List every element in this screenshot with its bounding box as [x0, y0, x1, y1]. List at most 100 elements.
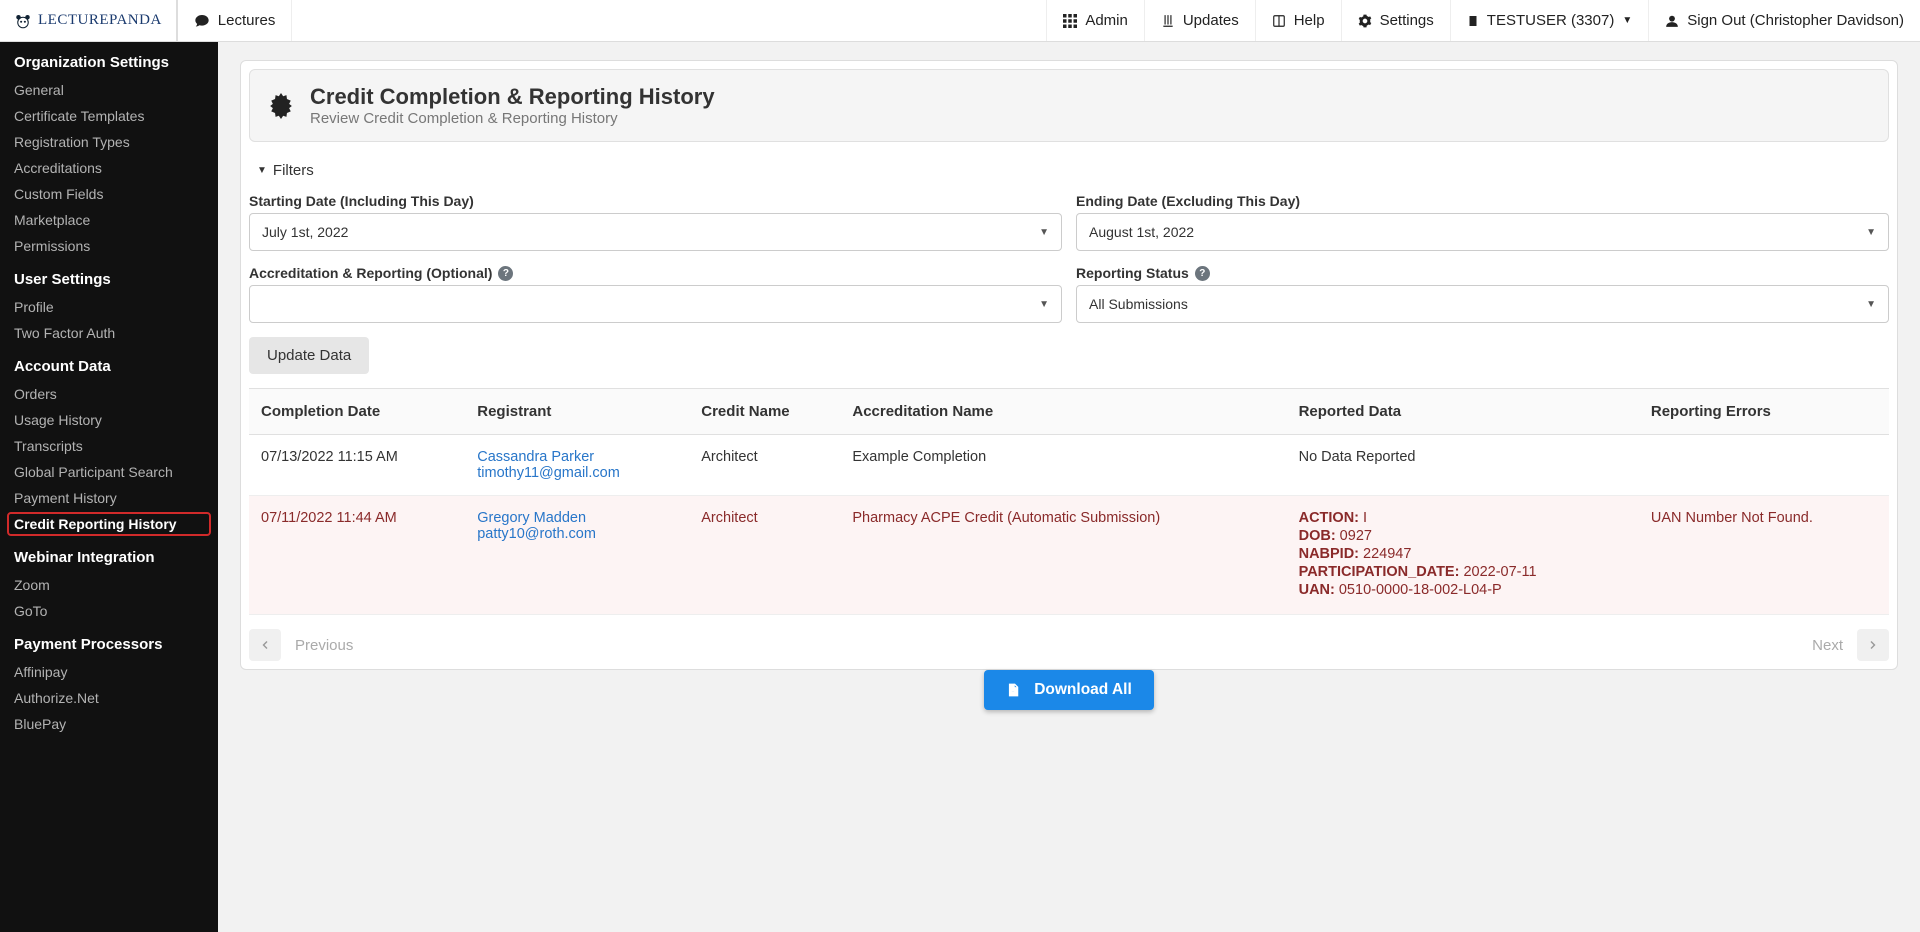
download-all-button[interactable]: Download All — [984, 670, 1154, 710]
reporting-status-input[interactable]: All Submissions ▼ — [1076, 285, 1889, 323]
cell-reporting-errors: UAN Number Not Found. — [1639, 496, 1889, 615]
download-all-label: Download All — [1034, 681, 1132, 699]
certificate-icon — [268, 93, 294, 119]
caret-down-icon: ▼ — [1039, 299, 1049, 310]
sidebar-item-orders[interactable]: Orders — [0, 381, 218, 407]
registrant-email-link[interactable]: patty10@roth.com — [477, 526, 677, 542]
main-content: Credit Completion & Reporting History Re… — [218, 42, 1920, 932]
cell-accreditation: Example Completion — [840, 435, 1286, 496]
brand-logo[interactable]: LECTUREPANDA — [0, 0, 177, 41]
starting-date-field: Starting Date (Including This Day) July … — [249, 193, 1062, 251]
sidebar-item-credit-reporting-history[interactable]: Credit Reporting History — [8, 513, 210, 535]
sidebar-item-zoom[interactable]: Zoom — [0, 572, 218, 598]
pager: Previous Next — [241, 615, 1897, 669]
nav-updates-label: Updates — [1183, 12, 1239, 29]
sidebar-item-global-participant-search[interactable]: Global Participant Search — [0, 459, 218, 485]
accreditation-input[interactable]: ▼ — [249, 285, 1062, 323]
nav-help-label: Help — [1294, 12, 1325, 29]
nav-testuser[interactable]: TESTUSER (3307) ▼ — [1450, 0, 1648, 41]
cell-registrant: Gregory Maddenpatty10@roth.com — [465, 496, 689, 615]
file-download-icon — [1006, 682, 1020, 698]
topbar: LECTUREPANDA Lectures Admin Updates Help… — [0, 0, 1920, 42]
starting-date-label: Starting Date (Including This Day) — [249, 193, 1062, 209]
reporting-status-label: Reporting Status ? — [1076, 265, 1889, 281]
main-panel: Credit Completion & Reporting History Re… — [240, 60, 1898, 670]
sidebar-item-authorize-net[interactable]: Authorize.Net — [0, 685, 218, 711]
sidebar: Organization SettingsGeneralCertificate … — [0, 42, 218, 932]
ending-date-field: Ending Date (Excluding This Day) August … — [1076, 193, 1889, 251]
nav-settings-label: Settings — [1380, 12, 1434, 29]
sidebar-item-goto[interactable]: GoTo — [0, 598, 218, 624]
nav-lectures-label: Lectures — [218, 12, 276, 29]
sidebar-item-bluepay[interactable]: BluePay — [0, 711, 218, 737]
sidebar-item-permissions[interactable]: Permissions — [0, 233, 218, 259]
reporting-status-field: Reporting Status ? All Submissions ▼ — [1076, 265, 1889, 323]
registrant-name-link[interactable]: Gregory Madden — [477, 510, 677, 526]
sidebar-heading: Account Data — [0, 346, 218, 381]
nav-signout-label: Sign Out (Christopher Davidson) — [1687, 12, 1904, 29]
comment-icon — [194, 13, 210, 29]
reporting-status-value: All Submissions — [1089, 296, 1188, 312]
sidebar-item-accreditations[interactable]: Accreditations — [0, 155, 218, 181]
chevron-left-icon — [259, 639, 271, 651]
nav-updates[interactable]: Updates — [1144, 0, 1255, 41]
nav-signout[interactable]: Sign Out (Christopher Davidson) — [1648, 0, 1920, 41]
accreditation-label: Accreditation & Reporting (Optional) ? — [249, 265, 1062, 281]
starting-date-input[interactable]: July 1st, 2022 ▼ — [249, 213, 1062, 251]
sidebar-item-affinipay[interactable]: Affinipay — [0, 659, 218, 685]
cell-accreditation: Pharmacy ACPE Credit (Automatic Submissi… — [840, 496, 1286, 615]
pager-next-button[interactable] — [1857, 629, 1889, 661]
chevron-right-icon — [1867, 639, 1879, 651]
table-row: 07/11/2022 11:44 AMGregory Maddenpatty10… — [249, 496, 1889, 615]
update-data-button[interactable]: Update Data — [249, 337, 369, 374]
sidebar-item-transcripts[interactable]: Transcripts — [0, 433, 218, 459]
ending-date-label: Ending Date (Excluding This Day) — [1076, 193, 1889, 209]
brand-text: LECTUREPANDA — [38, 12, 162, 29]
pager-next-label: Next — [1812, 637, 1843, 654]
cell-registrant: Cassandra Parkertimothy11@gmail.com — [465, 435, 689, 496]
caret-down-icon: ▼ — [1866, 227, 1876, 238]
table-header: Accreditation Name — [840, 389, 1286, 435]
help-icon[interactable]: ? — [1195, 266, 1210, 281]
cell-reporting-errors — [1639, 435, 1889, 496]
gear-icon — [1358, 14, 1372, 28]
cell-credit-name: Architect — [689, 435, 840, 496]
building-solid-icon — [1467, 14, 1479, 28]
nav-lectures[interactable]: Lectures — [177, 0, 293, 41]
sidebar-item-custom-fields[interactable]: Custom Fields — [0, 181, 218, 207]
starting-date-value: July 1st, 2022 — [262, 224, 348, 240]
nav-help[interactable]: Help — [1255, 0, 1341, 41]
table-header: Reported Data — [1287, 389, 1639, 435]
sidebar-item-usage-history[interactable]: Usage History — [0, 407, 218, 433]
sidebar-heading: Webinar Integration — [0, 537, 218, 572]
building-icon — [1161, 14, 1175, 28]
cell-completion-date: 07/11/2022 11:44 AM — [249, 496, 465, 615]
filters-toggle[interactable]: ▼ Filters — [249, 158, 1889, 183]
nav-testuser-label: TESTUSER (3307) — [1487, 12, 1615, 29]
nav-settings[interactable]: Settings — [1341, 0, 1450, 41]
page-subtitle: Review Credit Completion & Reporting His… — [310, 110, 715, 127]
nav-admin[interactable]: Admin — [1046, 0, 1144, 41]
registrant-email-link[interactable]: timothy11@gmail.com — [477, 465, 677, 481]
sidebar-item-certificate-templates[interactable]: Certificate Templates — [0, 103, 218, 129]
sidebar-item-two-factor-auth[interactable]: Two Factor Auth — [0, 320, 218, 346]
table-row: 07/13/2022 11:15 AMCassandra Parkertimot… — [249, 435, 1889, 496]
sidebar-item-general[interactable]: General — [0, 77, 218, 103]
sidebar-item-marketplace[interactable]: Marketplace — [0, 207, 218, 233]
sidebar-item-profile[interactable]: Profile — [0, 294, 218, 320]
page-title: Credit Completion & Reporting History — [310, 84, 715, 110]
caret-down-icon: ▼ — [1039, 227, 1049, 238]
help-icon[interactable]: ? — [498, 266, 513, 281]
table-header: Completion Date — [249, 389, 465, 435]
sidebar-item-payment-history[interactable]: Payment History — [0, 485, 218, 511]
ending-date-input[interactable]: August 1st, 2022 ▼ — [1076, 213, 1889, 251]
sidebar-item-registration-types[interactable]: Registration Types — [0, 129, 218, 155]
caret-down-icon: ▼ — [257, 165, 267, 176]
pager-prev-button[interactable] — [249, 629, 281, 661]
pager-prev-label: Previous — [295, 637, 353, 654]
sidebar-heading: User Settings — [0, 259, 218, 294]
table-header: Credit Name — [689, 389, 840, 435]
cell-credit-name: Architect — [689, 496, 840, 615]
cell-completion-date: 07/13/2022 11:15 AM — [249, 435, 465, 496]
registrant-name-link[interactable]: Cassandra Parker — [477, 449, 677, 465]
